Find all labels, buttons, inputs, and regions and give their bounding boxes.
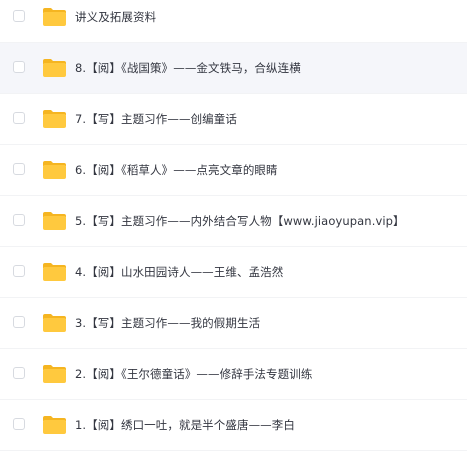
checkbox-icon[interactable] xyxy=(13,214,25,226)
folder-name[interactable]: 2.【阅】《王尔德童话》——修辞手法专题训练 xyxy=(75,366,312,382)
folder-name[interactable]: 6.【阅】《稻草人》——点亮文章的眼睛 xyxy=(75,162,278,178)
folder-icon xyxy=(42,160,67,180)
list-item[interactable]: 5.【写】主题习作——内外结合写人物【www.jiaoyupan.vip】 xyxy=(0,196,467,247)
checkbox-icon[interactable] xyxy=(13,265,25,277)
folder-icon xyxy=(42,415,67,435)
folder-icon xyxy=(42,262,67,282)
folder-name[interactable]: 讲义及拓展资料 xyxy=(75,9,156,25)
folder-icon xyxy=(42,109,67,129)
file-list: 讲义及拓展资料 8.【阅】《战国策》——金文铁马，合纵连横 7.【写】主题习作—… xyxy=(0,0,467,451)
checkbox-icon[interactable] xyxy=(13,61,25,73)
folder-icon xyxy=(42,313,67,333)
folder-name[interactable]: 7.【写】主题习作——创编童话 xyxy=(75,111,237,127)
list-item[interactable]: 讲义及拓展资料 xyxy=(0,0,467,43)
list-item[interactable]: 8.【阅】《战国策》——金文铁马，合纵连横 xyxy=(0,43,467,94)
folder-icon xyxy=(42,211,67,231)
folder-icon xyxy=(42,364,67,384)
list-item[interactable]: 7.【写】主题习作——创编童话 xyxy=(0,94,467,145)
folder-name[interactable]: 3.【写】主题习作——我的假期生活 xyxy=(75,315,260,331)
list-item[interactable]: 4.【阅】山水田园诗人——王维、孟浩然 xyxy=(0,247,467,298)
folder-name[interactable]: 5.【写】主题习作——内外结合写人物【www.jiaoyupan.vip】 xyxy=(75,213,405,229)
folder-name[interactable]: 8.【阅】《战国策》——金文铁马，合纵连横 xyxy=(75,60,301,76)
folder-name[interactable]: 1.【阅】绣口一吐，就是半个盛唐——李白 xyxy=(75,417,295,433)
list-item[interactable]: 6.【阅】《稻草人》——点亮文章的眼睛 xyxy=(0,145,467,196)
folder-name[interactable]: 4.【阅】山水田园诗人——王维、孟浩然 xyxy=(75,264,283,280)
checkbox-icon[interactable] xyxy=(13,316,25,328)
checkbox-icon[interactable] xyxy=(13,10,25,22)
list-item[interactable]: 1.【阅】绣口一吐，就是半个盛唐——李白 xyxy=(0,400,467,451)
checkbox-icon[interactable] xyxy=(13,418,25,430)
folder-icon xyxy=(42,58,67,78)
list-item[interactable]: 2.【阅】《王尔德童话》——修辞手法专题训练 xyxy=(0,349,467,400)
checkbox-icon[interactable] xyxy=(13,112,25,124)
checkbox-icon[interactable] xyxy=(13,367,25,379)
list-item[interactable]: 3.【写】主题习作——我的假期生活 xyxy=(0,298,467,349)
folder-icon xyxy=(42,7,67,27)
checkbox-icon[interactable] xyxy=(13,163,25,175)
